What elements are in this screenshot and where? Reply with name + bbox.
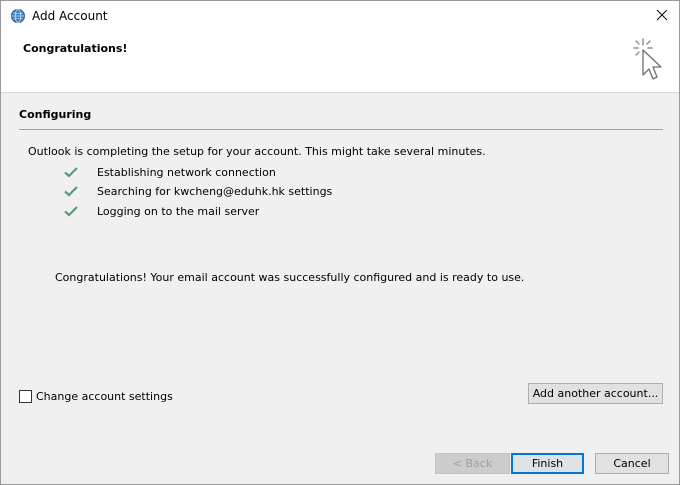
close-button[interactable] [645,1,679,32]
section-divider [19,129,663,130]
step-label: Logging on to the mail server [97,204,260,218]
step-label: Searching for kwcheng@eduhk.hk settings [97,184,333,198]
checkmark-icon [63,204,79,218]
checkmark-icon [63,165,79,179]
change-settings-option[interactable]: Change account settings [19,390,173,403]
header-title: Congratulations! [23,42,128,55]
globe-icon [10,8,26,24]
add-another-account-button[interactable]: Add another account... [528,383,663,404]
click-cursor-icon [629,37,669,87]
title-bar: Add Account [1,1,679,32]
add-account-dialog: Add Account Congratulations! Configuring… [0,0,680,485]
step-label: Establishing network connection [97,165,276,179]
back-button[interactable]: < Back [435,453,510,474]
checkmark-icon [63,184,79,198]
cancel-button[interactable]: Cancel [595,453,669,474]
step-item: Searching for kwcheng@eduhk.hk settings [63,183,332,199]
step-item: Logging on to the mail server [63,203,259,219]
close-icon [656,9,668,24]
step-item: Establishing network connection [63,164,276,180]
finish-button[interactable]: Finish [511,453,584,474]
window-title: Add Account [32,9,108,23]
change-settings-label: Change account settings [36,390,173,403]
wizard-header: Congratulations! [1,32,679,93]
success-message: Congratulations! Your email account was … [55,271,525,284]
change-settings-checkbox[interactable] [19,390,32,403]
section-title: Configuring [19,108,92,121]
intro-text: Outlook is completing the setup for your… [28,145,486,158]
